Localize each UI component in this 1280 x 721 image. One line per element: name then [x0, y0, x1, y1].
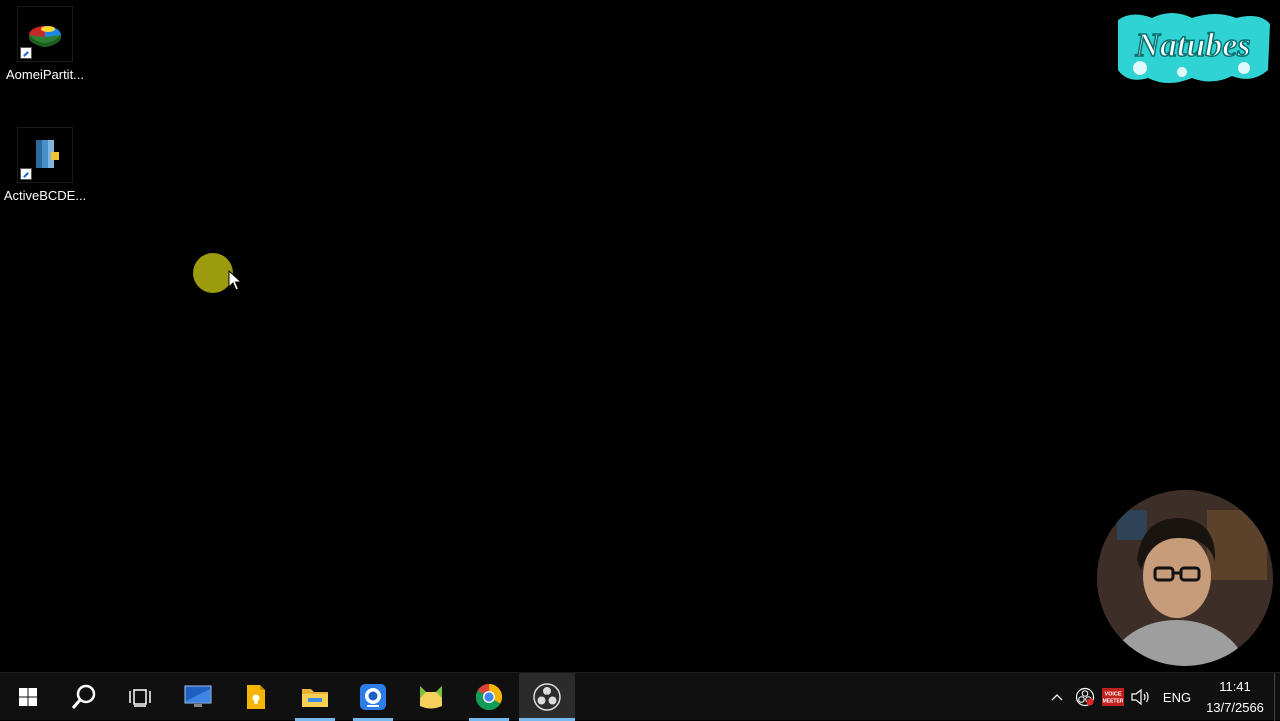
- windows-logo-icon: [19, 688, 37, 706]
- desktop[interactable]: AomeiPartit... ActiveBCDE... Natubes: [0, 0, 1280, 672]
- chrome-icon: [475, 683, 503, 711]
- tray-obs-recording[interactable]: [1074, 673, 1096, 721]
- input-language-button[interactable]: ENG: [1158, 673, 1196, 721]
- webcam-overlay: [1097, 490, 1273, 666]
- obs-button[interactable]: [519, 673, 575, 721]
- desktop-icon-active-bcd-editor[interactable]: ActiveBCDE...: [0, 127, 90, 203]
- folder-icon: [302, 689, 328, 707]
- obs-icon: [533, 683, 561, 711]
- note-icon: [247, 685, 265, 709]
- cat-icon: [420, 686, 442, 709]
- show-desktop-button[interactable]: [1274, 673, 1280, 721]
- cursor-highlight: [193, 253, 233, 293]
- start-button[interactable]: [0, 673, 56, 721]
- aomei-partition-icon: [17, 6, 73, 62]
- remote-desktop-button[interactable]: [170, 673, 226, 721]
- obs-recording-icon: [1075, 687, 1095, 707]
- tray-voicemeeter[interactable]: VOICE MEETER: [1102, 673, 1124, 721]
- task-view-icon: [129, 689, 151, 707]
- active-bcd-editor-icon: [17, 127, 73, 183]
- file-explorer-button[interactable]: [287, 673, 343, 721]
- shortcut-arrow-icon: [20, 168, 32, 180]
- webcam-app-button[interactable]: [345, 673, 401, 721]
- chevron-up-icon: [1051, 694, 1063, 701]
- svg-text:VOICE: VOICE: [1104, 692, 1121, 698]
- search-icon: [71, 684, 96, 709]
- webcam-icon: [360, 684, 386, 710]
- svg-text:MEETER: MEETER: [1103, 699, 1124, 705]
- clock-time: 11:41: [1219, 679, 1251, 694]
- clock[interactable]: 11:41 13/7/2566: [1200, 673, 1270, 721]
- cat-app-button[interactable]: [403, 673, 459, 721]
- desktop-icon-label: ActiveBCDE...: [3, 188, 87, 203]
- monitor-icon: [184, 685, 212, 707]
- task-view-button[interactable]: [112, 673, 168, 721]
- voicemeeter-icon: VOICE MEETER: [1102, 688, 1124, 706]
- clock-date: 13/7/2566: [1206, 700, 1264, 715]
- shortcut-arrow-icon: [20, 47, 32, 59]
- show-hidden-icons-button[interactable]: [1048, 673, 1066, 721]
- desktop-icon-aomei-partition[interactable]: AomeiPartit...: [0, 6, 90, 82]
- mouse-pointer-icon: [228, 270, 242, 291]
- svg-text:Natubes: Natubes: [1134, 27, 1250, 64]
- volume-button[interactable]: [1129, 673, 1151, 721]
- channel-logo: Natubes: [1118, 13, 1270, 83]
- desktop-icon-label: AomeiPartit...: [5, 67, 85, 82]
- chrome-button[interactable]: [461, 673, 517, 721]
- keep-notes-button[interactable]: [228, 673, 284, 721]
- taskbar: VOICE MEETER ENG 11:41 13/7/2566: [0, 672, 1280, 721]
- search-button[interactable]: [56, 673, 112, 721]
- speaker-icon: [1131, 688, 1149, 706]
